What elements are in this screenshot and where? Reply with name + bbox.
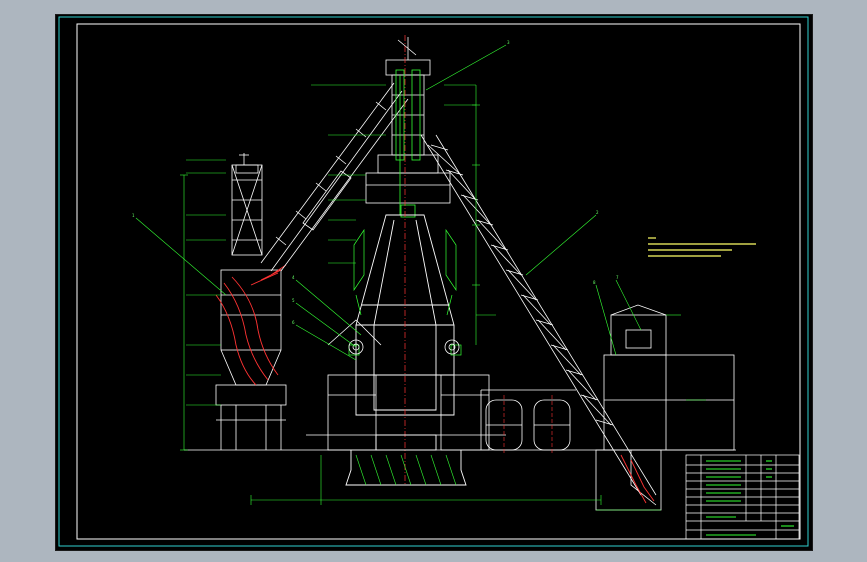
stock-bin-vessel — [215, 269, 287, 450]
furnace-top-tower — [365, 37, 451, 204]
inner-frame — [76, 23, 801, 540]
casthouse-frame — [306, 374, 506, 451]
pump-house — [603, 304, 735, 451]
bustle-pipe-right — [444, 339, 460, 355]
callout-1: 1 — [132, 213, 135, 218]
skip-pit — [595, 449, 662, 511]
gas-holders — [480, 389, 576, 451]
stock-bin-section-hatch — [215, 264, 287, 386]
outer-frame — [58, 16, 809, 547]
foundation — [345, 434, 467, 486]
callout-4: 4 — [292, 275, 295, 280]
callout-5: 5 — [292, 298, 295, 303]
callout-7: 7 — [616, 275, 619, 280]
blast-furnace-elevation-drawing: 1 2 3 4 5 6 7 8 — [58, 16, 809, 547]
callout-8: 8 — [593, 280, 596, 285]
skip-pit-section — [620, 454, 655, 504]
callout-6: 6 — [292, 320, 295, 325]
callout-2: 2 — [596, 210, 599, 215]
furnace-top-green-detail — [395, 69, 421, 218]
foundation-hatch — [355, 454, 457, 486]
inclined-skip-bridge — [260, 82, 409, 272]
leader-lines — [135, 44, 642, 361]
drawing-sheet: 1 2 3 4 5 6 7 8 — [55, 14, 813, 551]
stock-bin-tower — [231, 153, 263, 256]
callout-3: 3 — [507, 40, 510, 45]
technical-notes — [648, 237, 756, 257]
callout-labels: 1 2 3 4 5 6 7 8 — [132, 40, 619, 325]
title-block-entries — [706, 460, 794, 536]
